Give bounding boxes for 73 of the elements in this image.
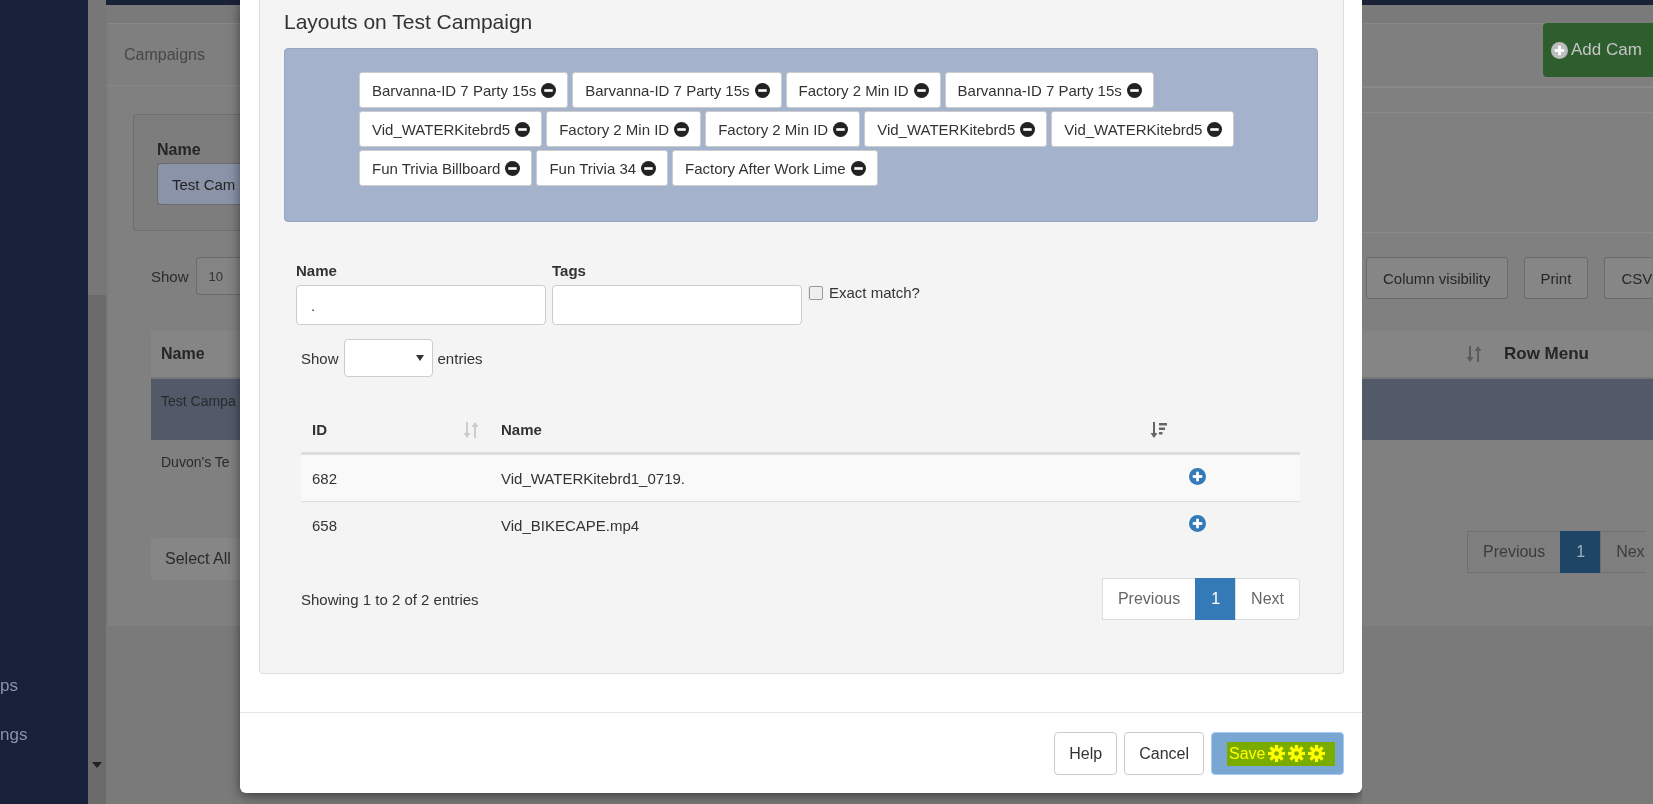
page-button[interactable]: Previous: [1467, 531, 1562, 573]
sidebar-item[interactable]: ngs: [0, 725, 88, 744]
field-label: Name: [296, 262, 338, 279]
column-header[interactable]: Row Menu: [1504, 344, 1589, 364]
export-button[interactable]: Print: [1523, 257, 1589, 299]
page-button[interactable]: Previous: [1101, 578, 1197, 620]
show-label: Show: [151, 267, 189, 285]
checkbox-label: Exact match?: [829, 284, 920, 301]
add-icon[interactable]: [1189, 515, 1206, 532]
remove-icon[interactable]: [833, 121, 849, 137]
layout-tag: Factory 2 Min ID: [546, 111, 702, 147]
entries-info: Showing 1 to 2 of 2 entries: [301, 590, 479, 608]
table-cell: 682: [301, 453, 490, 502]
layout-tag: Fun Trivia 34: [536, 150, 669, 186]
page-button[interactable]: 1: [1560, 531, 1602, 573]
entries-select[interactable]: 10: [195, 257, 240, 295]
dialog-button[interactable]: Save: [1211, 732, 1344, 775]
dialog-title: Layouts on Test Campaign: [284, 9, 534, 35]
table-cell: Vid_BIKECAPE.mp4: [490, 501, 1178, 548]
gear-icon: [1288, 745, 1306, 762]
tags-field[interactable]: [552, 285, 802, 325]
remove-icon[interactable]: [515, 121, 531, 137]
remove-icon[interactable]: [1020, 121, 1036, 137]
remove-icon[interactable]: [754, 82, 770, 98]
column-header[interactable]: Name: [161, 345, 205, 363]
page-heading: Campaigns: [123, 45, 205, 64]
show-label: Show: [301, 349, 339, 367]
field-label: Tags: [552, 262, 587, 279]
gear-icon: [1308, 745, 1326, 762]
layout-tag: Vid_WATERKitebrd5: [359, 111, 543, 147]
remove-icon[interactable]: [505, 160, 521, 176]
name-field[interactable]: Test Cam: [157, 163, 240, 205]
remove-icon[interactable]: [850, 160, 866, 176]
dialog-button[interactable]: Help: [1054, 732, 1118, 775]
caret-icon[interactable]: [92, 762, 102, 768]
entries-label: entries: [437, 349, 483, 367]
scrollbar-thumb[interactable]: [88, 0, 106, 295]
remove-icon[interactable]: [674, 121, 690, 137]
table-row[interactable]: Duvon's Te: [151, 440, 240, 501]
layout-tag: Barvanna-ID 7 Party 15s: [359, 72, 569, 108]
remove-icon[interactable]: [1126, 82, 1142, 98]
layout-tag: Factory 2 Min ID: [785, 72, 941, 108]
remove-icon[interactable]: [641, 160, 657, 176]
layout-tag: Vid_WATERKitebrd5: [1051, 111, 1235, 147]
remove-icon[interactable]: [913, 82, 929, 98]
export-button[interactable]: CSV: [1604, 257, 1653, 299]
table-cell: 658: [301, 501, 490, 548]
layout-tag: Fun Trivia Billboard: [359, 150, 533, 186]
column-header[interactable]: Name: [501, 421, 542, 438]
export-button[interactable]: Column visibility: [1366, 257, 1508, 299]
sort-descending-icon[interactable]: [1150, 420, 1167, 439]
layout-tag: Factory 2 Min ID: [705, 111, 861, 147]
layout-tag: Factory After Work Lime: [672, 150, 878, 186]
page-button[interactable]: Next: [1235, 578, 1300, 620]
select-all-button[interactable]: Select All: [151, 538, 240, 580]
add-campaign-button[interactable]: Add Cam: [1543, 23, 1653, 77]
gear-icon: [1268, 745, 1286, 762]
page-button[interactable]: 1: [1195, 578, 1237, 620]
sidebar-item[interactable]: ps: [0, 676, 88, 695]
column-header[interactable]: ID: [312, 421, 327, 438]
name-field[interactable]: .: [296, 285, 546, 325]
layout-tag: Barvanna-ID 7 Party 15s: [572, 72, 782, 108]
remove-icon[interactable]: [541, 82, 557, 98]
dialog-button[interactable]: Cancel: [1124, 732, 1204, 775]
table-cell: Vid_WATERKitebrd1_0719.: [490, 453, 1178, 502]
checkbox[interactable]: [809, 285, 823, 300]
caret-icon: [415, 355, 424, 361]
add-icon[interactable]: [1189, 468, 1206, 485]
field-label: Name: [157, 141, 202, 159]
layout-tag: Vid_WATERKitebrd5: [864, 111, 1048, 147]
plus-circle-icon[interactable]: [1551, 41, 1568, 59]
layout-tag: Barvanna-ID 7 Party 15s: [944, 72, 1154, 108]
remove-icon[interactable]: [1207, 121, 1223, 137]
